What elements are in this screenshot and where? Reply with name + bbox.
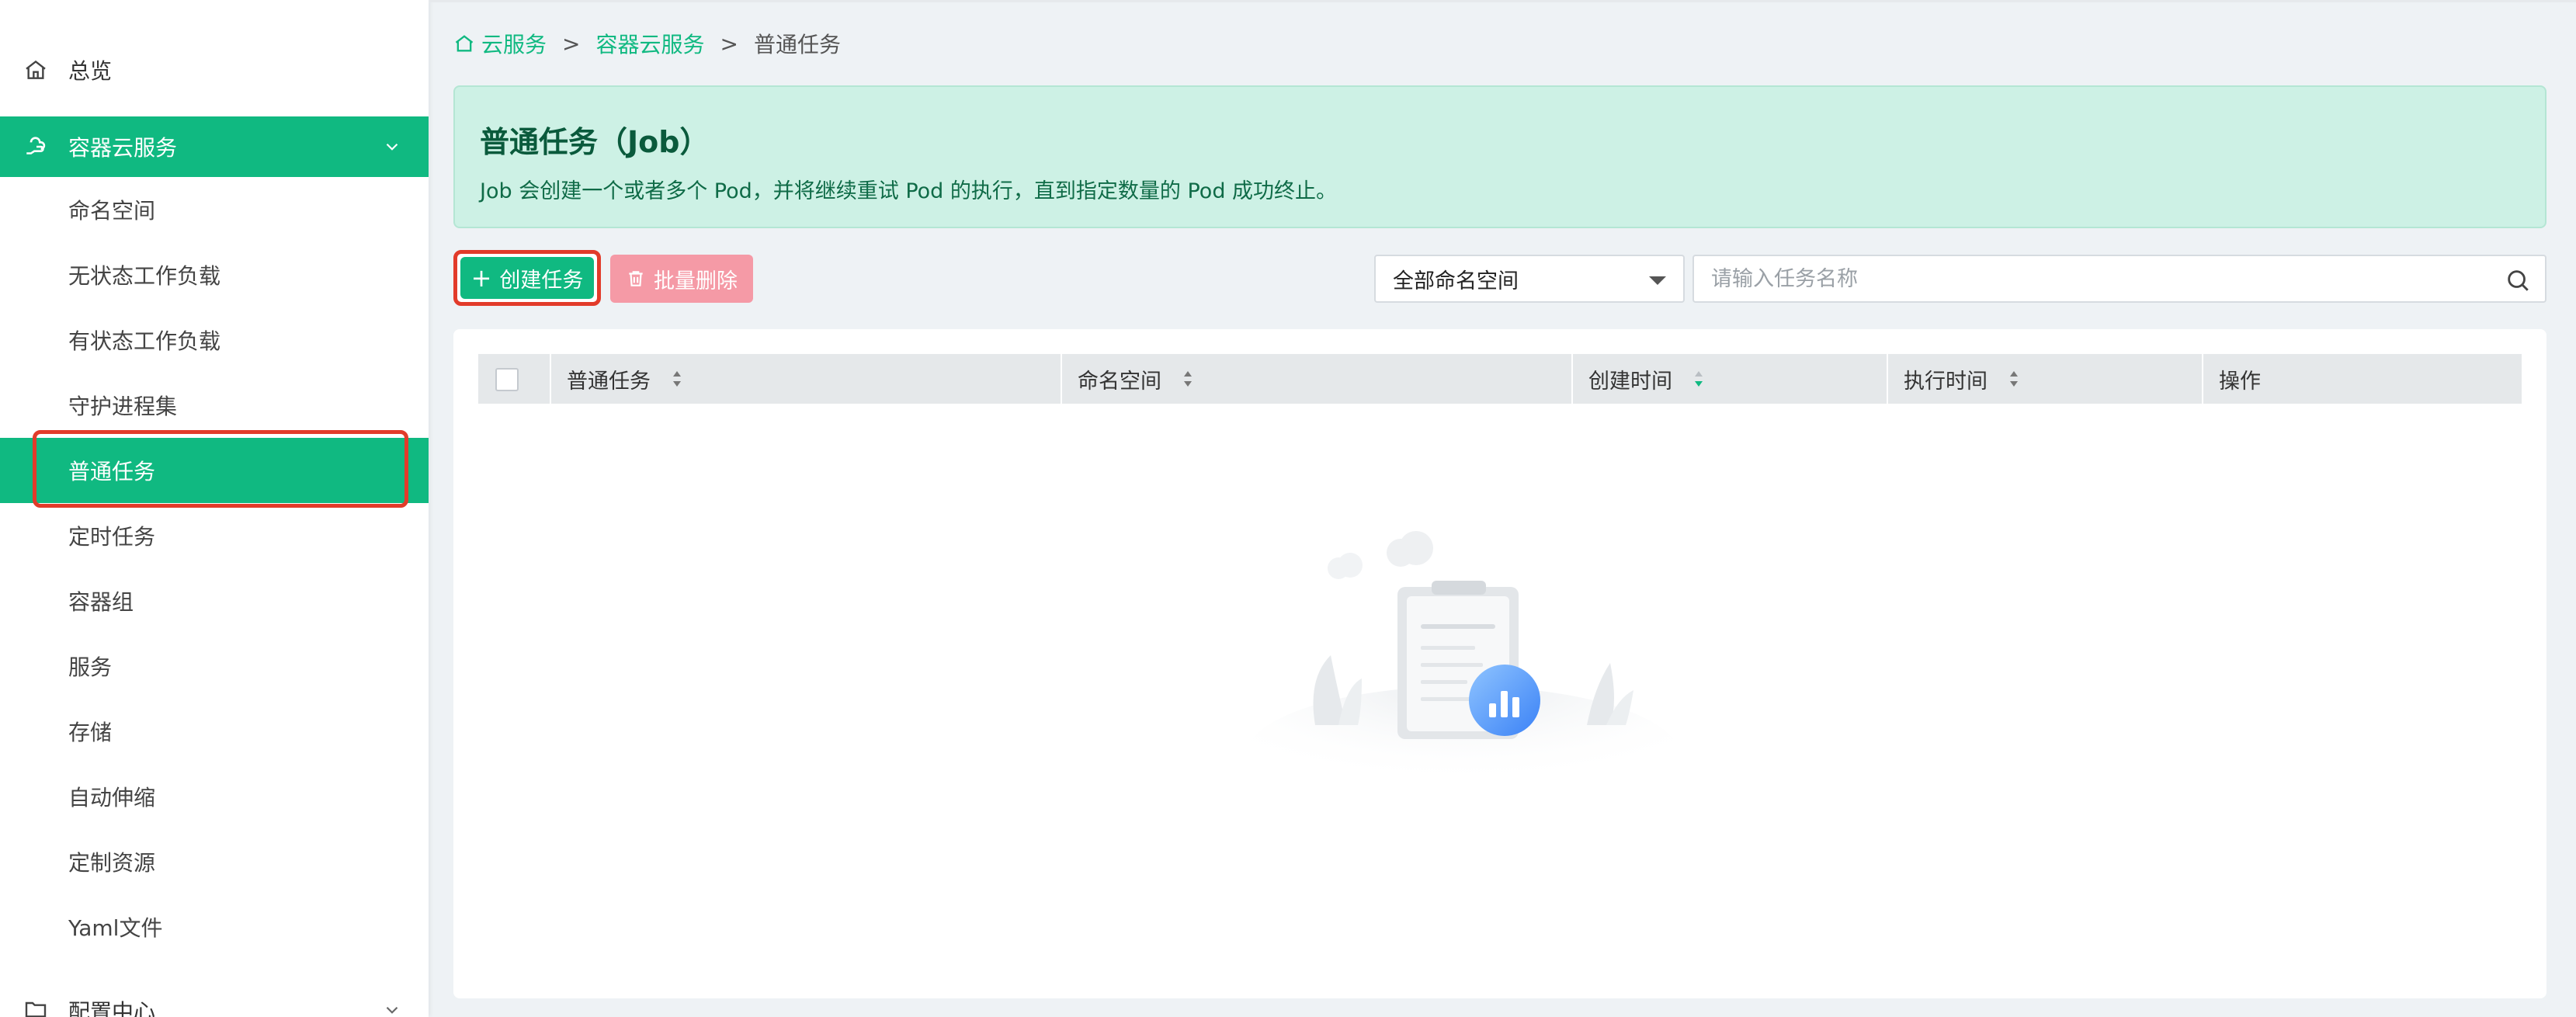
column-header-job[interactable]: 普通任务: [551, 354, 1062, 404]
nav-overview-label: 总览: [68, 58, 113, 84]
sidebar-item-cronjob[interactable]: 定时任务: [0, 503, 429, 568]
namespace-select[interactable]: 全部命名空间: [1374, 255, 1685, 303]
nav-config-center-label: 配置中心: [68, 999, 156, 1017]
sidebar-item-label: 有状态工作负载: [68, 328, 221, 354]
nav-group-container-cloud[interactable]: 容器云服务: [0, 116, 429, 177]
sidebar-item-label: 定时任务: [68, 524, 156, 550]
sidebar-item-label: 命名空间: [68, 198, 156, 224]
table-header-checkbox-cell: [478, 354, 551, 404]
page-title: 普通任务（Job）: [480, 125, 710, 159]
column-header-label: 创建时间: [1588, 369, 1672, 394]
namespace-select-value: 全部命名空间: [1393, 269, 1519, 293]
breadcrumb-cloud-service[interactable]: 云服务: [481, 28, 547, 59]
job-table-card: 普通任务 命名空间 创建时间 执行时间 操作: [453, 329, 2546, 998]
column-header-label: 执行时间: [1904, 369, 1988, 394]
breadcrumb-separator: >: [562, 30, 581, 57]
job-search-box[interactable]: [1692, 255, 2546, 303]
home-icon: [26, 60, 46, 79]
sidebar-item-service[interactable]: 服务: [0, 633, 429, 699]
sidebar-item-yaml[interactable]: Yaml文件: [0, 894, 429, 960]
breadcrumb-current: 普通任务: [753, 32, 841, 57]
empty-state-illustration: [1245, 531, 1680, 779]
cloud-hand-icon: [26, 137, 46, 154]
sidebar-item-pod[interactable]: 容器组: [0, 568, 429, 633]
search-icon[interactable]: [2505, 267, 2531, 293]
sidebar-item-autoscaling[interactable]: 自动伸缩: [0, 764, 429, 829]
sidebar-item-label: 守护进程集: [68, 394, 178, 419]
chevron-down-icon: [386, 1006, 398, 1014]
sidebar-item-label: 存储: [68, 720, 113, 745]
table-header: 普通任务 命名空间 创建时间 执行时间 操作: [478, 354, 2522, 404]
sort-icon[interactable]: [2008, 368, 2020, 390]
sidebar-item-custom-resource[interactable]: 定制资源: [0, 829, 429, 894]
top-divider: [429, 0, 2576, 2]
info-banner: 普通任务（Job） Job 会创建一个或者多个 Pod，并将继续重试 Pod 的…: [453, 85, 2546, 228]
create-job-label: 创建任务: [499, 268, 584, 293]
job-search-input[interactable]: [1694, 256, 2486, 301]
plus-icon: +: [470, 263, 492, 293]
sidebar-item-stateful-workload[interactable]: 有状态工作负载: [0, 307, 429, 373]
column-header-created-time[interactable]: 创建时间: [1573, 354, 1888, 404]
sort-icon[interactable]: [671, 368, 683, 390]
page-description: Job 会创建一个或者多个 Pod，并将继续重试 Pod 的执行，直到指定数量的…: [480, 179, 1338, 203]
sidebar-item-label: Yaml文件: [68, 915, 163, 941]
column-header-namespace[interactable]: 命名空间: [1062, 354, 1573, 404]
column-header-label: 操作: [2219, 369, 2261, 394]
nav-config-center[interactable]: 配置中心: [0, 978, 429, 1017]
sidebar-item-label: 无状态工作负载: [68, 263, 221, 289]
chevron-down-icon: [386, 143, 398, 151]
breadcrumb-container-cloud[interactable]: 容器云服务: [595, 28, 704, 59]
sidebar-item-storage[interactable]: 存储: [0, 699, 429, 764]
home-icon: [455, 35, 474, 52]
column-header-actions: 操作: [2203, 354, 2522, 404]
breadcrumb: 云服务 > 容器云服务 > 普通任务: [453, 28, 841, 59]
nav-overview[interactable]: 总览: [0, 39, 429, 101]
select-all-checkbox[interactable]: [495, 368, 519, 391]
batch-delete-label: 批量删除: [654, 269, 738, 293]
column-header-label: 命名空间: [1078, 369, 1161, 394]
folder-icon: [25, 1001, 47, 1017]
sidebar-item-label: 定制资源: [68, 850, 156, 876]
column-header-label: 普通任务: [567, 369, 651, 394]
create-job-button-inner[interactable]: + 创建任务: [460, 257, 594, 299]
sidebar-item-stateless-workload[interactable]: 无状态工作负载: [0, 242, 429, 307]
sort-desc-icon[interactable]: [1692, 368, 1705, 390]
sidebar: 总览 容器云服务 命名空间 无状态工作负载 有状态工作负载 守护进程集 普通任务…: [0, 0, 429, 1017]
batch-delete-button[interactable]: 批量删除: [610, 255, 753, 303]
sidebar-item-label: 普通任务: [68, 459, 156, 484]
sidebar-item-label: 容器组: [68, 589, 134, 615]
sidebar-item-daemonset[interactable]: 守护进程集: [0, 373, 429, 438]
sidebar-item-label: 自动伸缩: [68, 785, 156, 810]
trash-icon: [629, 271, 643, 286]
breadcrumb-separator: >: [720, 30, 738, 57]
create-job-button[interactable]: + 创建任务: [453, 250, 601, 306]
nav-group-label: 容器云服务: [68, 135, 178, 161]
column-header-exec-time[interactable]: 执行时间: [1888, 354, 2203, 404]
caret-down-icon: [1649, 276, 1666, 285]
sidebar-item-namespace[interactable]: 命名空间: [0, 177, 429, 242]
sort-icon[interactable]: [1182, 368, 1194, 390]
sidebar-item-label: 服务: [68, 654, 113, 680]
sidebar-item-job[interactable]: 普通任务: [0, 438, 429, 503]
